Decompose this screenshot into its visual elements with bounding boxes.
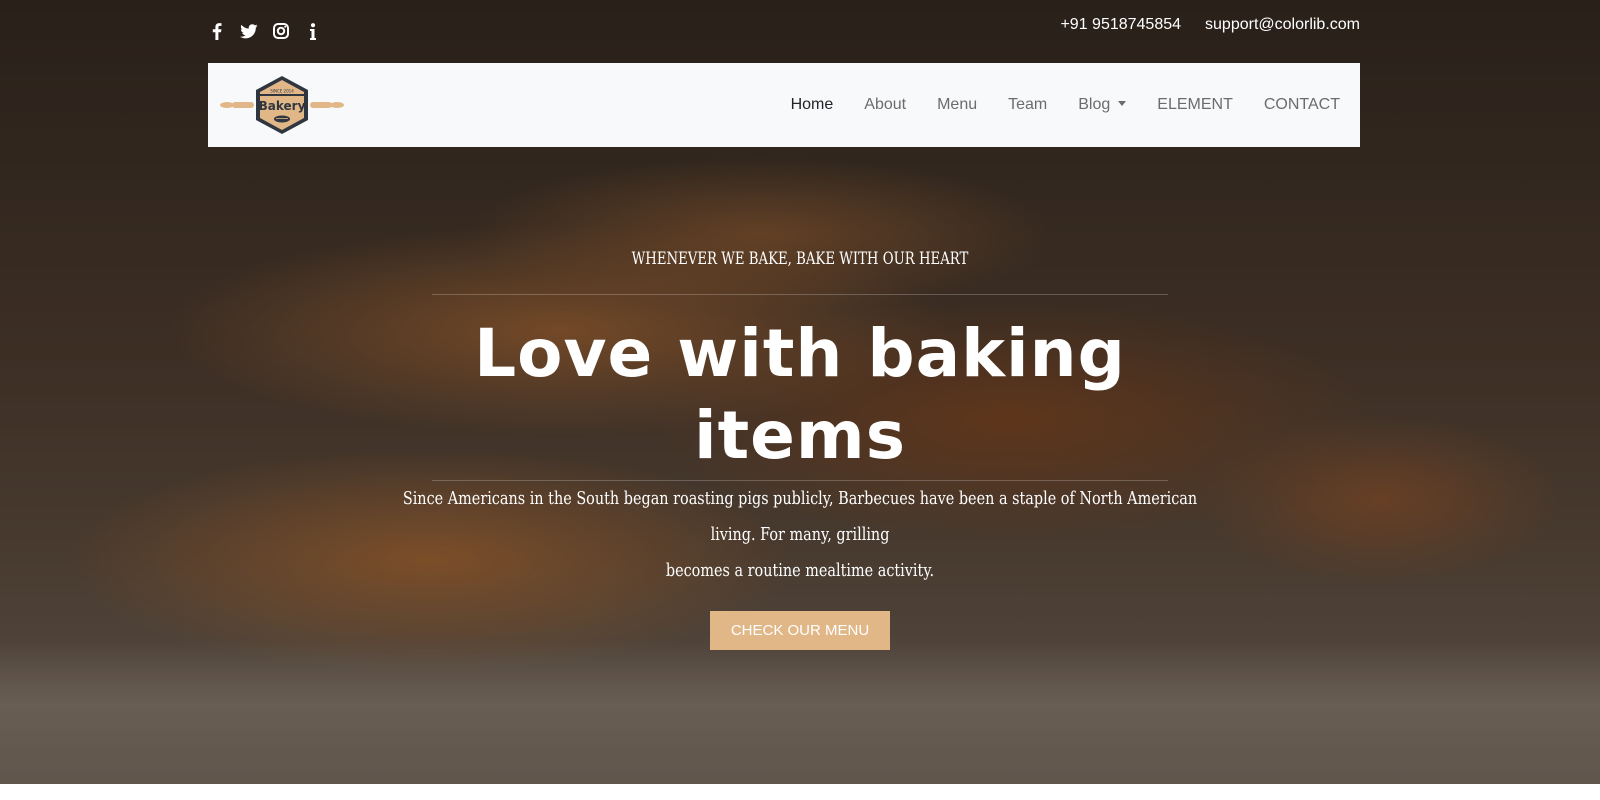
logo-since-text: SINCE 2014 xyxy=(270,89,294,94)
hero-description-line-1: Since Americans in the South began roast… xyxy=(402,488,1198,545)
twitter-icon[interactable] xyxy=(240,22,258,40)
nav-element[interactable]: ELEMENT xyxy=(1157,96,1233,114)
contact-info: +91 9518745854 support@colorlib.com xyxy=(1060,16,1360,34)
chevron-down-icon xyxy=(1118,101,1127,106)
hero-cloth-shade xyxy=(0,640,1600,784)
hero-content: WHENEVER WE BAKE, BAKE WITH OUR HEART Lo… xyxy=(380,245,1220,650)
navbar: SINCE 2014 Bakery Home About Menu Team B… xyxy=(208,63,1360,147)
logo-text: Bakery xyxy=(259,99,306,113)
hero-description: Since Americans in the South began roast… xyxy=(400,481,1200,589)
phone-link[interactable]: +91 9518745854 xyxy=(1060,16,1181,34)
nav-blog-dropdown[interactable]: Blog xyxy=(1078,96,1127,114)
info-icon[interactable] xyxy=(304,22,322,40)
nav-menu: Home About Menu Team Blog ELEMENT CONTAC… xyxy=(791,63,1340,147)
hero-tagline: WHENEVER WE BAKE, BAKE WITH OUR HEART xyxy=(631,249,969,269)
bottom-strip xyxy=(0,784,1600,800)
hero-description-line-2: becomes a routine mealtime activity. xyxy=(665,560,935,581)
bakery-logo[interactable]: SINCE 2014 Bakery xyxy=(220,75,344,135)
nav-blog-label: Blog xyxy=(1078,96,1111,113)
hero-headline: Love with baking items xyxy=(474,315,1126,474)
nav-menu-link[interactable]: Menu xyxy=(937,96,977,114)
nav-about[interactable]: About xyxy=(864,96,906,114)
divider-top xyxy=(432,294,1168,295)
instagram-icon[interactable] xyxy=(272,22,290,40)
page: +91 9518745854 support@colorlib.com SINC… xyxy=(0,0,1600,800)
nav-home[interactable]: Home xyxy=(791,96,834,114)
email-link[interactable]: support@colorlib.com xyxy=(1205,16,1360,34)
topbar: +91 9518745854 support@colorlib.com xyxy=(208,14,1360,48)
facebook-icon[interactable] xyxy=(208,22,226,40)
nav-contact[interactable]: CONTACT xyxy=(1264,96,1340,114)
social-links xyxy=(208,22,322,40)
check-menu-button[interactable]: CHECK OUR MENU xyxy=(710,611,890,650)
nav-team[interactable]: Team xyxy=(1008,96,1047,114)
